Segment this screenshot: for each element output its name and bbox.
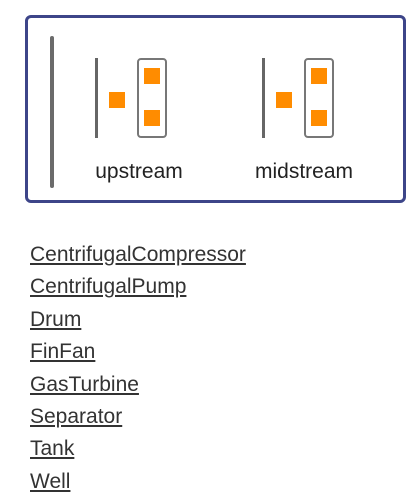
palette-item-label: upstream bbox=[95, 160, 183, 183]
palette-divider[interactable] bbox=[50, 36, 54, 188]
midstream-icon-bar bbox=[262, 58, 265, 138]
list-item: GasTurbine bbox=[30, 369, 246, 401]
link-tank[interactable]: Tank bbox=[30, 437, 74, 460]
upstream-icon-rack-node-top bbox=[144, 68, 160, 84]
list-item: Drum bbox=[30, 304, 246, 336]
list-item: CentrifugalPump bbox=[30, 271, 246, 303]
midstream-icon-rack-node-top bbox=[311, 68, 327, 84]
page-root: upstream midstream CentrifugalCompressor… bbox=[0, 0, 413, 497]
link-well[interactable]: Well bbox=[30, 470, 70, 493]
link-centrifugal-compressor[interactable]: CentrifugalCompressor bbox=[30, 243, 246, 266]
upstream-icon-node bbox=[109, 92, 125, 108]
midstream-icon bbox=[260, 56, 342, 138]
upstream-icon-rack bbox=[137, 58, 167, 138]
upstream-icon-rack-node-bottom bbox=[144, 110, 160, 126]
link-separator[interactable]: Separator bbox=[30, 405, 122, 428]
link-fin-fan[interactable]: FinFan bbox=[30, 340, 95, 363]
link-gas-turbine[interactable]: GasTurbine bbox=[30, 373, 139, 396]
upstream-icon-bar bbox=[95, 58, 98, 138]
palette-item-upstream[interactable]: upstream bbox=[83, 56, 195, 191]
list-item: Well bbox=[30, 466, 246, 497]
list-item: Tank bbox=[30, 433, 246, 465]
palette-item-midstream[interactable]: midstream bbox=[239, 56, 369, 191]
palette-panel: upstream midstream bbox=[25, 15, 406, 203]
palette-item-label: midstream bbox=[254, 160, 354, 183]
list-item: Separator bbox=[30, 401, 246, 433]
list-item: CentrifugalCompressor bbox=[30, 239, 246, 271]
list-item: FinFan bbox=[30, 336, 246, 368]
midstream-icon-rack bbox=[304, 58, 334, 138]
upstream-icon bbox=[93, 56, 175, 138]
link-drum[interactable]: Drum bbox=[30, 308, 81, 331]
midstream-icon-rack-node-bottom bbox=[311, 110, 327, 126]
midstream-icon-node bbox=[276, 92, 292, 108]
equipment-link-list: CentrifugalCompressor CentrifugalPump Dr… bbox=[30, 239, 246, 497]
link-centrifugal-pump[interactable]: CentrifugalPump bbox=[30, 275, 186, 298]
